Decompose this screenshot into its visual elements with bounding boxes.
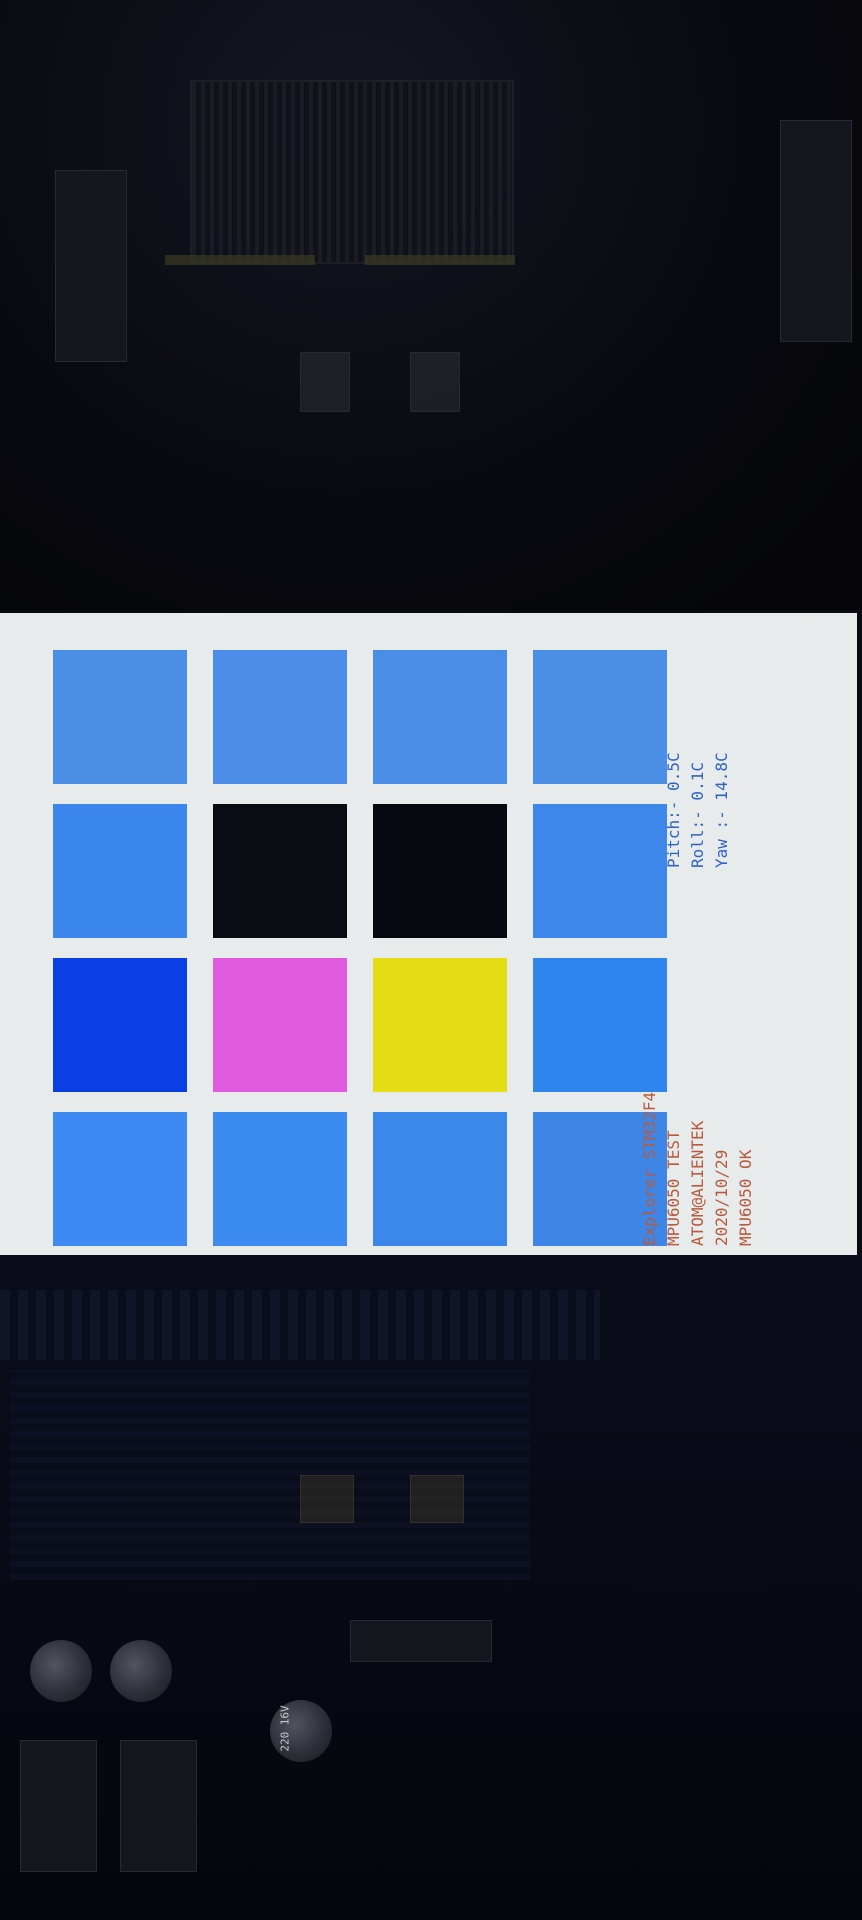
grid-tile — [373, 1112, 507, 1246]
chip — [55, 170, 127, 362]
grid-tile — [213, 804, 347, 938]
pitch-readout: Pitch:- 0.5C — [664, 752, 684, 868]
grid-tile — [373, 804, 507, 938]
connector-rail-right — [365, 255, 515, 265]
grid-tile — [53, 958, 187, 1092]
grid-tile — [53, 804, 187, 938]
grid-tile — [533, 650, 667, 784]
chip — [120, 1740, 197, 1872]
chip — [20, 1740, 97, 1872]
pin-block — [410, 352, 460, 412]
pin-header-strip — [0, 1290, 600, 1360]
grid-tile — [533, 958, 667, 1092]
grid-tile — [213, 958, 347, 1092]
grid-tile — [53, 650, 187, 784]
yaw-value: - 14.8C — [712, 752, 731, 820]
display-content: Explorer STM32F4 MPU6050 TEST ATOM@ALIEN… — [0, 613, 857, 1258]
status-line: 2020/10/29 — [712, 1149, 731, 1246]
yaw-label: Yaw : — [712, 819, 731, 868]
grid-tile — [533, 804, 667, 938]
capacitor — [110, 1640, 172, 1702]
status-line: MPU6050 OK — [736, 1149, 755, 1246]
grid-tile — [53, 1112, 187, 1246]
status-line: MPU6050 TEST — [664, 1130, 683, 1246]
chip — [350, 1620, 492, 1662]
solder-pad — [410, 1475, 464, 1523]
yaw-readout: Yaw :- 14.8C — [712, 752, 732, 868]
pin-block — [300, 352, 350, 412]
connector-rail-left — [165, 255, 315, 265]
grid-tile — [373, 958, 507, 1092]
roll-readout: Roll:- 0.1C — [688, 762, 708, 868]
pitch-value: - 0.5C — [664, 752, 683, 811]
chip — [780, 120, 852, 342]
roll-label: Roll: — [688, 819, 707, 868]
roll-value: - 0.1C — [688, 762, 707, 820]
pitch-label: Pitch: — [664, 810, 683, 868]
capacitor — [30, 1640, 92, 1702]
lcd-ribbon-connector — [190, 80, 514, 264]
status-line: ATOM@ALIENTEK — [688, 1120, 707, 1246]
status-line: Explorer STM32F4 — [640, 1091, 659, 1246]
grid-tile — [213, 650, 347, 784]
lcd-screen: Explorer STM32F4 MPU6050 TEST ATOM@ALIEN… — [0, 613, 857, 1258]
capacitor-marking: 220 16V — [278, 1705, 292, 1752]
grid-tile — [213, 1112, 347, 1246]
solder-pad — [300, 1475, 354, 1523]
grid-tile — [373, 650, 507, 784]
